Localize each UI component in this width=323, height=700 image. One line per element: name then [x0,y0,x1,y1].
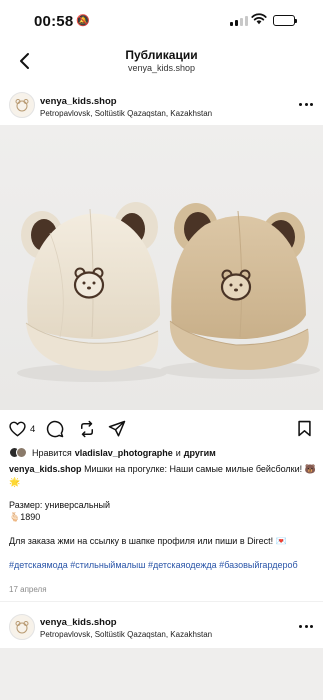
liked-by-row[interactable]: Нравится vladislav_photographe и другим [9,447,216,459]
heart-icon[interactable] [9,421,26,437]
size-line: Размер: универсальный [9,500,111,510]
liked-by-user[interactable]: vladislav_photographe [75,448,173,458]
hashtags[interactable]: #детскаямода #стильныймалыш #детскаяодеж… [9,559,317,572]
repost-icon[interactable] [78,420,96,438]
status-bar: 00:58 🔕 [0,0,323,40]
page-title: Публикации [125,48,198,62]
likes-count[interactable]: 4 [30,424,35,435]
bell-muted-icon: 🔕 [76,15,90,27]
next-post-photo[interactable] [0,648,323,700]
status-time: 00:58 [34,13,74,30]
liked-by-prefix: Нравится [32,448,72,458]
battery-icon [273,15,297,26]
comment-icon[interactable] [46,420,64,438]
more-options-icon[interactable] [299,103,313,107]
bear-caps-image [17,202,320,382]
next-location-link[interactable]: Petropavlovsk, Soltüstik Qazaqstan, Kaza… [40,630,212,639]
divider [0,601,323,602]
order-line: Для заказа жми на ссылку в шапке профиля… [9,536,287,546]
liker-avatars [9,447,29,459]
wifi-icon [251,13,267,25]
bear-logo-icon [15,99,29,112]
post-date: 17 апреля [9,585,47,594]
liked-by-and: и [175,448,181,458]
price-line: 🫰🏻1890 [9,512,41,522]
page-subtitle[interactable]: venya_kids.shop [0,63,323,73]
avatar[interactable] [9,92,35,118]
location-link[interactable]: Petropavlovsk, Soltüstik Qazaqstan, Kaza… [40,109,212,118]
next-account-name[interactable]: venya_kids.shop [40,617,117,628]
bookmark-icon[interactable] [297,420,312,437]
bear-logo-icon [15,621,29,634]
caption: venya_kids.shop Мишки на прогулке: Наши … [9,463,317,488]
cellular-signal-icon [230,16,248,26]
post-photo[interactable] [0,125,323,410]
next-avatar[interactable] [9,614,35,640]
next-more-options-icon[interactable] [299,625,313,629]
caption-user[interactable]: venya_kids.shop [9,464,82,474]
account-name[interactable]: venya_kids.shop [40,96,117,107]
share-icon[interactable] [108,420,126,438]
liked-by-others[interactable]: другим [184,448,216,458]
